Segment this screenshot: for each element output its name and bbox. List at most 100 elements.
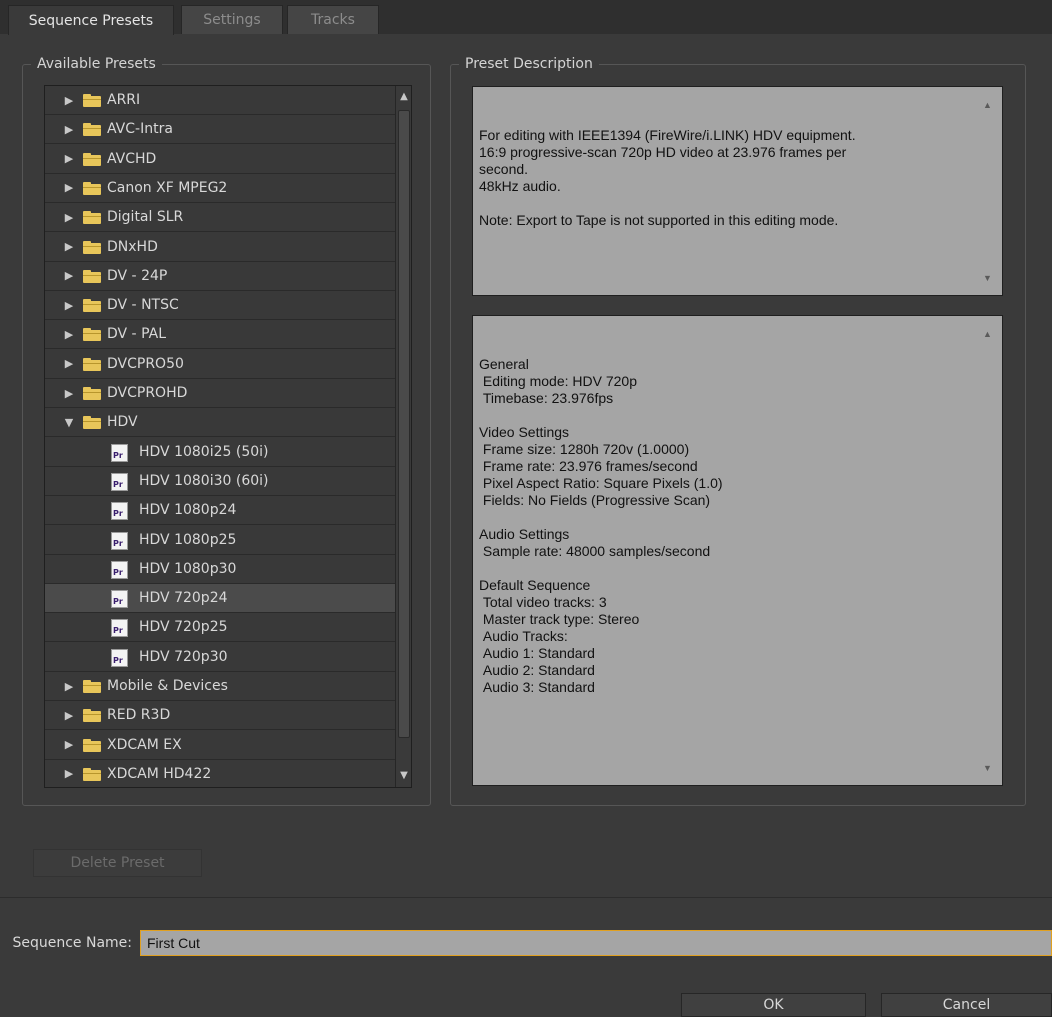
ok-button[interactable]: OK [681,993,866,1017]
details-scrollbar[interactable]: ▲ ▼ [976,316,1002,785]
triangle-right-icon[interactable]: ▶ [63,767,75,780]
tree-folder-row[interactable]: ▶ DNxHD [45,233,395,262]
description-pane[interactable]: For editing with IEEE1394 (FireWire/i.LI… [472,86,1003,296]
scroll-up-icon[interactable]: ▲ [983,97,992,114]
tree-item-label: DV - 24P [107,267,168,284]
tree-preset-row[interactable]: Pr HDV 720p25 [45,613,395,643]
tree-folder-row[interactable]: ▶ ARRI [45,86,395,115]
scroll-down-icon[interactable]: ▼ [396,765,411,787]
tree-item-label: HDV 1080i25 (50i) [139,443,269,460]
tree-item-label: HDV 720p24 [139,590,228,607]
tree-item-label: ARRI [107,92,141,108]
premiere-preset-icon: Pr [111,531,128,550]
tree-item-label: HDV 720p25 [139,619,228,636]
folder-icon [83,709,101,723]
tree-folder-row[interactable]: ▶ RED R3D [45,701,395,731]
triangle-right-icon[interactable]: ▶ [63,680,75,693]
triangle-right-icon[interactable]: ▶ [63,240,75,253]
cancel-button[interactable]: Cancel [881,993,1052,1017]
tree-folder-row[interactable]: ▶ DVCPROHD [45,379,395,408]
details-pane[interactable]: General Editing mode: HDV 720p Timebase:… [472,315,1003,786]
sequence-name-label: Sequence Name: [12,935,132,951]
triangle-right-icon[interactable]: ▶ [63,299,75,312]
tree-item-label: RED R3D [107,707,171,724]
premiere-preset-icon: Pr [111,590,128,609]
folder-icon [83,94,101,107]
folder-icon [83,152,101,166]
tree-item-label: DV - PAL [107,326,166,343]
scroll-down-icon[interactable]: ▼ [983,270,992,287]
triangle-right-icon[interactable]: ▶ [63,123,75,136]
premiere-preset-icon: Pr [111,560,128,579]
details-text: General Editing mode: HDV 720p Timebase:… [479,356,723,695]
triangle-right-icon[interactable]: ▶ [63,357,75,370]
tree-preset-row[interactable]: Pr HDV 1080i30 (60i) [45,467,395,496]
tree-folder-row[interactable]: ▶ Digital SLR [45,203,395,233]
preset-description-title: Preset Description [459,54,599,74]
tree-item-label: HDV 1080p30 [139,560,237,577]
tree-item-label: AVC-Intra [107,121,173,138]
tree-folder-row[interactable]: ▶ DV - 24P [45,262,395,291]
scroll-up-icon[interactable]: ▲ [983,326,992,343]
presets-tree: ▶ ARRI ▶ AVC-Intra ▶ AVCHD ▶ Canon XF MPEG2 ▶ Dig… [44,85,412,788]
tree-preset-row[interactable]: Pr HDV 1080p24 [45,496,395,526]
description-text: For editing with IEEE1394 (FireWire/i.LI… [479,127,856,228]
tree-item-label: DNxHD [107,238,158,255]
tree-folder-row[interactable]: ▶ AVCHD [45,145,395,174]
triangle-right-icon[interactable]: ▶ [63,709,75,722]
tree-preset-row[interactable]: Pr HDV 720p24 [45,584,395,614]
tree-folder-row[interactable]: ▶ DV - NTSC [45,291,395,321]
tree-item-label: DVCPRO50 [107,355,184,372]
triangle-right-icon[interactable]: ▶ [63,181,75,194]
tree-folder-row[interactable]: ▶ Canon XF MPEG2 [45,174,395,203]
folder-icon [83,387,101,400]
presets-scrollbar[interactable]: ▲ ▼ [395,86,411,787]
tree-item-label: HDV 1080p24 [139,502,237,519]
tree-item-label: XDCAM EX [107,736,182,753]
tree-folder-row[interactable]: ▶ DVCPRO50 [45,350,395,379]
sequence-name-input[interactable]: First Cut [140,930,1052,956]
tree-folder-row[interactable]: ▶ Mobile & Devices [45,672,395,701]
tree-item-label: DV - NTSC [107,297,179,314]
divider [0,897,1052,898]
triangle-down-icon[interactable]: ▼ [63,416,75,429]
triangle-right-icon[interactable]: ▶ [63,328,75,341]
triangle-right-icon[interactable]: ▶ [63,387,75,400]
scroll-down-icon[interactable]: ▼ [983,760,992,777]
triangle-right-icon[interactable]: ▶ [63,152,75,165]
tree-folder-row[interactable]: ▶ XDCAM EX [45,731,395,760]
premiere-preset-icon: Pr [111,648,128,667]
tree-preset-row[interactable]: Pr HDV 1080i25 (50i) [45,438,395,467]
triangle-right-icon[interactable]: ▶ [63,94,75,107]
tab-tracks[interactable]: Tracks [287,5,379,34]
tab-bar: Sequence Presets Settings Tracks [0,0,1052,35]
tree-item-label: Mobile & Devices [107,678,228,694]
tree-folder-row[interactable]: ▶ AVC-Intra [45,115,395,145]
folder-icon [83,269,101,283]
scroll-up-icon[interactable]: ▲ [396,86,411,108]
folder-icon [83,211,101,225]
tree-folder-row[interactable]: ▼ HDV [45,408,395,438]
tree-preset-row[interactable]: Pr HDV 1080p25 [45,526,395,555]
premiere-preset-icon: Pr [111,502,128,521]
tree-item-label: HDV [107,414,138,431]
folder-icon [83,328,101,342]
tree-preset-row[interactable]: Pr HDV 1080p30 [45,555,395,584]
description-scrollbar[interactable]: ▲ ▼ [976,87,1002,295]
folder-icon [83,181,101,195]
delete-preset-button[interactable]: Delete Preset [33,849,202,877]
folder-icon [83,416,101,430]
tree-item-label: XDCAM HD422 [107,765,212,782]
available-presets-title: Available Presets [31,54,162,74]
folder-icon [83,240,101,254]
tab-sequence-presets[interactable]: Sequence Presets [8,5,174,35]
tree-item-label: HDV 1080p25 [139,531,237,548]
triangle-right-icon[interactable]: ▶ [63,738,75,751]
triangle-right-icon[interactable]: ▶ [63,211,75,224]
scrollbar-thumb[interactable] [398,110,410,738]
triangle-right-icon[interactable]: ▶ [63,269,75,282]
tree-folder-row[interactable]: ▶ DV - PAL [45,320,395,350]
tree-folder-row[interactable]: ▶ XDCAM HD422 [45,760,395,787]
tree-preset-row[interactable]: Pr HDV 720p30 [45,643,395,672]
tab-settings[interactable]: Settings [181,5,283,34]
